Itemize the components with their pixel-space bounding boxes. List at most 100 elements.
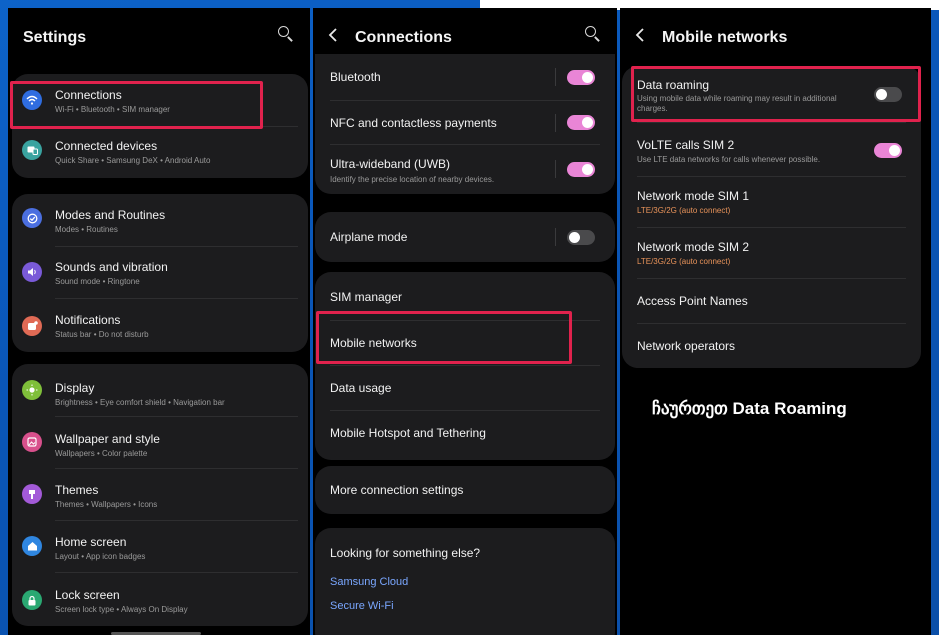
mn-item-label: Network mode SIM 1 <box>637 189 750 203</box>
settings-item-sub: Wallpapers • Color palette <box>55 449 148 458</box>
secure-wifi-link[interactable]: Secure Wi-Fi <box>330 600 394 612</box>
search-icon[interactable] <box>585 26 601 42</box>
mn-item-label: Network operators <box>637 339 736 353</box>
settings-item-sub: Status bar • Do not disturb <box>55 330 149 339</box>
mobile-networks-screen: Mobile networks Data roaming Using mobil… <box>620 8 931 635</box>
connections-item-label: NFC and contactless payments <box>330 116 497 130</box>
connections-item-nfc[interactable]: NFC and contactless payments <box>315 100 615 144</box>
separator <box>555 68 556 86</box>
settings-item-label: Connected devices <box>55 139 158 153</box>
settings-item-label: Themes <box>55 483 99 497</box>
separator <box>555 228 556 246</box>
sun-icon <box>22 380 42 400</box>
mn-item-network-operators[interactable]: Network operators <box>622 323 921 368</box>
connections-card-more: More connection settings <box>315 466 615 514</box>
settings-item-home-screen[interactable]: Home screen Layout • App icon badges <box>12 520 308 572</box>
connections-card-wireless: Bluetooth NFC and contactless payments U… <box>315 54 615 194</box>
settings-item-display[interactable]: Display Brightness • Eye comfort shield … <box>12 364 308 416</box>
connections-item-data-usage[interactable]: Data usage <box>315 365 615 410</box>
page-title: Mobile networks <box>662 29 788 46</box>
bluetooth-toggle[interactable] <box>567 70 595 85</box>
wallpaper-icon <box>22 432 42 452</box>
connections-screen: Connections Bluetooth NFC and contactles… <box>313 8 617 635</box>
nfc-toggle[interactable] <box>567 115 595 130</box>
connections-item-hotspot[interactable]: Mobile Hotspot and Tethering <box>315 410 615 460</box>
connections-item-label: SIM manager <box>330 290 403 304</box>
home-icon <box>22 536 42 556</box>
airplane-toggle[interactable] <box>567 230 595 245</box>
settings-item-sub: Brightness • Eye comfort shield • Naviga… <box>55 398 225 407</box>
connections-item-label: Data usage <box>330 381 392 395</box>
mn-item-label: VoLTE calls SIM 2 <box>637 138 735 152</box>
connections-item-label: More connection settings <box>330 483 464 497</box>
settings-item-sounds[interactable]: Sounds and vibration Sound mode • Ringto… <box>12 246 308 298</box>
connections-item-uwb[interactable]: Ultra-wideband (UWB) Identify the precis… <box>315 144 615 194</box>
settings-item-lock-screen[interactable]: Lock screen Screen lock type • Always On… <box>12 572 308 626</box>
settings-item-label: Lock screen <box>55 588 120 602</box>
settings-item-notifications[interactable]: Notifications Status bar • Do not distur… <box>12 298 308 352</box>
highlight-box <box>631 66 921 122</box>
separator <box>555 160 556 178</box>
settings-card-display: Display Brightness • Eye comfort shield … <box>12 364 308 626</box>
connections-item-label: Mobile Hotspot and Tethering <box>330 426 486 440</box>
looking-for-card: Looking for something else? Samsung Clou… <box>315 528 615 635</box>
modes-icon <box>22 208 42 228</box>
settings-item-label: Display <box>55 381 95 395</box>
samsung-cloud-link[interactable]: Samsung Cloud <box>330 576 408 588</box>
connections-item-label: Ultra-wideband (UWB) <box>330 157 451 171</box>
back-icon[interactable] <box>328 26 338 47</box>
notification-icon <box>22 316 42 336</box>
settings-item-label: Sounds and vibration <box>55 260 168 274</box>
devices-icon <box>22 140 42 160</box>
mn-item-network-mode-sim1[interactable]: Network mode SIM 1 LTE/3G/2G (auto conne… <box>622 176 921 227</box>
separator <box>555 114 556 132</box>
connections-item-more[interactable]: More connection settings <box>315 466 615 514</box>
settings-item-sub: Themes • Wallpapers • Icons <box>55 500 158 509</box>
lock-icon <box>22 590 42 610</box>
settings-item-sub: Screen lock type • Always On Display <box>55 605 188 614</box>
settings-header: Settings <box>8 8 310 66</box>
page-title: Connections <box>355 29 452 46</box>
mn-item-volte[interactable]: VoLTE calls SIM 2 Use LTE data networks … <box>622 122 921 176</box>
settings-item-label: Modes and Routines <box>55 208 166 222</box>
mn-item-network-mode-sim2[interactable]: Network mode SIM 2 LTE/3G/2G (auto conne… <box>622 227 921 278</box>
connections-item-sub: Identify the precise location of nearby … <box>330 175 495 184</box>
connections-card-sim: SIM manager Mobile networks Data usage M… <box>315 272 615 460</box>
settings-item-connected-devices[interactable]: Connected devices Quick Share • Samsung … <box>12 126 308 178</box>
connections-item-label: Airplane mode <box>330 230 408 244</box>
settings-item-themes[interactable]: Themes Themes • Wallpapers • Icons <box>12 468 308 520</box>
volte-toggle[interactable] <box>874 143 902 158</box>
instruction-caption: ჩაურთეთ Data Roaming <box>652 399 847 418</box>
mn-item-apn[interactable]: Access Point Names <box>622 278 921 323</box>
settings-card-modes: Modes and Routines Modes • Routines Soun… <box>12 194 308 352</box>
settings-item-label: Notifications <box>55 313 121 327</box>
connections-item-bluetooth[interactable]: Bluetooth <box>315 54 615 100</box>
mn-item-sub: LTE/3G/2G (auto connect) <box>637 257 731 266</box>
settings-item-modes[interactable]: Modes and Routines Modes • Routines <box>12 194 308 246</box>
looking-title: Looking for something else? <box>330 546 481 560</box>
speaker-icon <box>22 262 42 282</box>
settings-item-sub: Quick Share • Samsung DeX • Android Auto <box>55 156 211 165</box>
uwb-toggle[interactable] <box>567 162 595 177</box>
back-icon[interactable] <box>635 26 645 47</box>
mn-item-sub: Use LTE data networks for calls whenever… <box>637 155 821 164</box>
settings-item-label: Home screen <box>55 535 127 549</box>
connections-item-airplane[interactable]: Airplane mode <box>315 212 615 262</box>
settings-screen: Settings Connections Wi-Fi • Bluetooth •… <box>8 8 310 635</box>
themes-icon <box>22 484 42 504</box>
settings-item-sub: Modes • Routines <box>55 225 118 234</box>
connections-card-airplane: Airplane mode <box>315 212 615 262</box>
mobile-networks-header: Mobile networks <box>620 8 931 66</box>
settings-item-wallpaper[interactable]: Wallpaper and style Wallpapers • Color p… <box>12 416 308 468</box>
mn-item-label: Network mode SIM 2 <box>637 240 750 254</box>
mn-item-sub: LTE/3G/2G (auto connect) <box>637 206 731 215</box>
page-title: Settings <box>23 29 87 46</box>
mn-item-label: Access Point Names <box>637 294 748 308</box>
settings-item-label: Wallpaper and style <box>55 432 160 446</box>
settings-item-sub: Sound mode • Ringtone <box>55 277 140 286</box>
highlight-box <box>316 311 572 364</box>
highlight-box <box>10 81 263 129</box>
search-icon[interactable] <box>278 26 294 42</box>
settings-item-sub: Layout • App icon badges <box>55 552 146 561</box>
connections-item-label: Bluetooth <box>330 70 381 84</box>
